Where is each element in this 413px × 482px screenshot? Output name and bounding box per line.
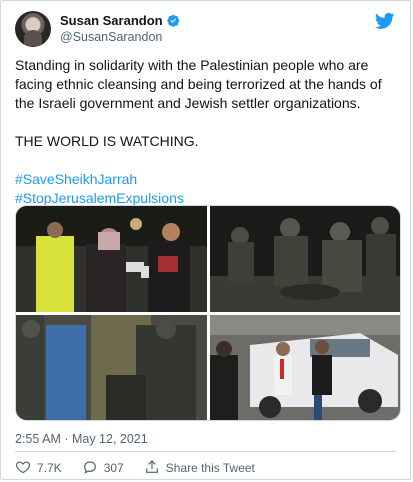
tweet-header: Susan Sarandon @SusanSarandon xyxy=(15,11,396,51)
avatar[interactable] xyxy=(15,11,51,47)
photo-2[interactable] xyxy=(210,206,400,312)
hashtag-link[interactable]: #SaveSheikhJarrah xyxy=(15,170,398,189)
photo-grid xyxy=(15,205,401,421)
twitter-bird-icon[interactable] xyxy=(374,11,396,31)
tweet-paragraph-1: Standing in solidarity with the Palestin… xyxy=(15,57,382,111)
like-button[interactable]: 7.7K xyxy=(15,459,62,478)
photo-3[interactable] xyxy=(16,315,207,420)
reply-count: 307 xyxy=(103,461,124,475)
tweet-paragraph-2: THE WORLD IS WATCHING. xyxy=(15,133,199,149)
verified-badge-icon xyxy=(166,14,180,27)
author-handle[interactable]: @SusanSarandon xyxy=(60,30,162,44)
author-name[interactable]: Susan Sarandon xyxy=(60,13,163,28)
tweet-card[interactable]: Susan Sarandon @SusanSarandon Standing i… xyxy=(0,0,411,480)
heart-icon xyxy=(15,459,31,478)
photo-1[interactable] xyxy=(16,206,207,312)
tweet-text: Standing in solidarity with the Palestin… xyxy=(15,56,398,208)
reply-bubble-icon xyxy=(82,459,98,478)
share-label: Share this Tweet xyxy=(165,461,255,475)
share-icon xyxy=(144,459,160,478)
photo-4[interactable] xyxy=(210,315,400,420)
tweet-actions: 7.7K 307 Share this Tweet xyxy=(15,457,275,479)
reply-button[interactable]: 307 xyxy=(82,459,124,478)
divider xyxy=(15,451,396,452)
like-count: 7.7K xyxy=(37,461,62,475)
share-button[interactable]: Share this Tweet xyxy=(144,459,255,478)
tweet-timestamp[interactable]: 2:55 AM · May 12, 2021 xyxy=(15,432,148,446)
author-row: Susan Sarandon xyxy=(60,13,180,28)
